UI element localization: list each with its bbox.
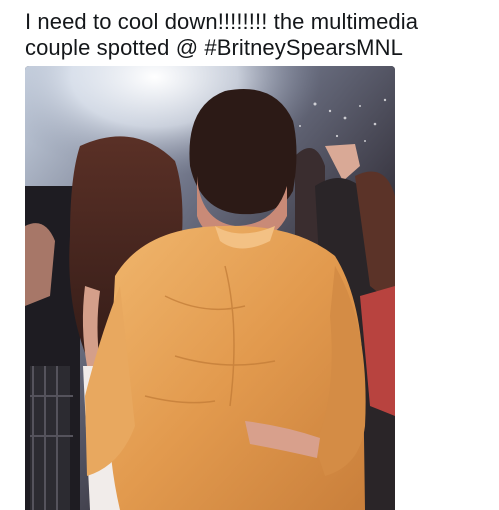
man-hair [189,89,297,215]
tweet-text: I need to cool down!!!!!!!! the multimed… [25,9,485,61]
tweet-photo[interactable] [25,66,395,510]
concert-photo-illustration [25,66,395,510]
tweet-card: I need to cool down!!!!!!!! the multimed… [0,0,499,510]
tweet-text-line-1: I need to cool down!!!!!!!! the multimed… [25,9,419,34]
tweet-text-line-2[interactable]: couple spotted @ #BritneySpearsMNL [25,35,485,61]
railing [30,366,70,510]
